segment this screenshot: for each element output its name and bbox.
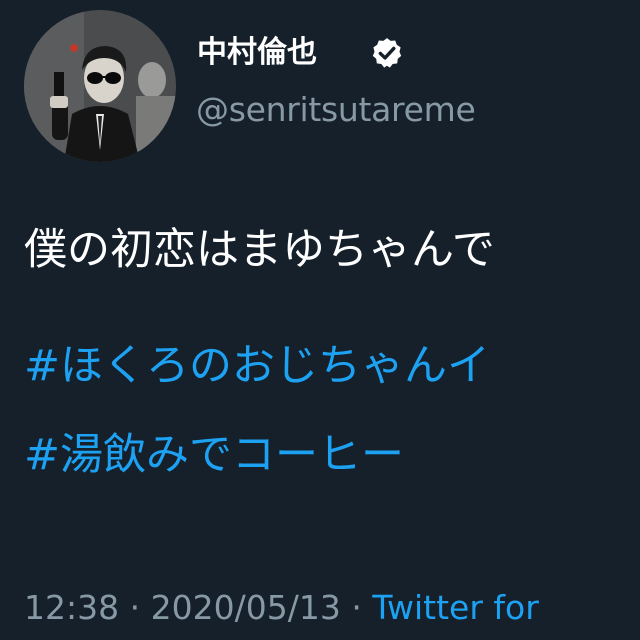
hashtag-link[interactable]: #湯飲みでコーヒー: [24, 427, 404, 483]
separator-dot: ·: [129, 588, 141, 627]
tweet-metadata: 12:38 · 2020/05/13 · Twitter for: [24, 586, 539, 630]
tweet-time[interactable]: 12:38: [24, 588, 119, 627]
tweet-date[interactable]: 2020/05/13: [151, 588, 341, 627]
avatar-photo: [24, 10, 176, 162]
tweet-card: 中村倫也 @senritsutareme 僕の初恋はまゆちゃんで #ほくろのおじ…: [0, 0, 640, 640]
avatar[interactable]: [24, 10, 176, 162]
tweet-text: 僕の初恋はまゆちゃんで: [24, 225, 495, 275]
tweet-source-link[interactable]: Twitter for: [372, 588, 538, 627]
hashtag-link[interactable]: #ほくろのおじちゃんイ: [24, 338, 490, 394]
display-name[interactable]: 中村倫也: [197, 33, 317, 73]
user-handle[interactable]: @senritsutareme: [196, 88, 476, 132]
separator-dot: ·: [351, 588, 362, 627]
verified-badge-icon: [372, 38, 402, 68]
